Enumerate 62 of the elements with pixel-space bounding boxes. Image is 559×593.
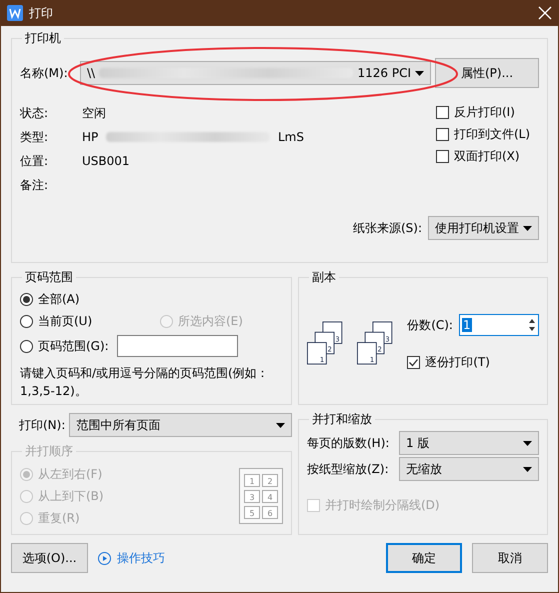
field-label: 按纸型缩放(Z): <box>307 460 390 478</box>
radio-button[interactable] <box>20 340 33 352</box>
selected-radio-button[interactable] <box>20 292 33 306</box>
info-label: 备注: <box>20 176 50 194</box>
info-label: 状态: <box>20 104 50 122</box>
info-label: 位置: <box>20 152 50 170</box>
radio-label: 当前页(U) <box>38 312 92 330</box>
group-title: 打印机 <box>24 30 62 47</box>
checkbox-label: 反片打印(I) <box>454 104 515 120</box>
ok-button[interactable]: 确定 <box>386 543 462 573</box>
group-title: 并打和缩放 <box>311 411 373 428</box>
radio-label: 全部(A) <box>38 290 80 308</box>
field-label: 纸张来源(S): <box>352 220 422 236</box>
printer-dropdown[interactable]: \\ 1126 PCI <box>80 61 431 85</box>
dropdown-arrow-icon <box>276 422 285 428</box>
properties-button[interactable]: 属性(P)... <box>435 58 539 88</box>
field-label: 每页的版数(H): <box>307 434 390 452</box>
group-title: 并打顺序 <box>24 443 74 460</box>
radio-button[interactable] <box>20 314 33 328</box>
page-range-field[interactable] <box>116 335 238 357</box>
checkbox-label: 打印到文件(L) <box>454 126 530 142</box>
radio-label: 所选内容(E) <box>178 312 243 330</box>
info-value: LmS <box>278 130 304 144</box>
radio-label: 从左到右(F) <box>38 466 102 482</box>
options-button[interactable]: 选项(O)... <box>11 543 88 573</box>
app-logo-icon <box>7 5 23 21</box>
checkbox-label: 双面打印(X) <box>454 148 520 164</box>
checkbox[interactable] <box>436 150 449 162</box>
checkbox-label: 逐份打印(T) <box>425 354 490 370</box>
page-order-preview-icon: 1 2 3 4 5 6 <box>239 468 283 524</box>
print-dropdown[interactable]: 范围中所有页面 <box>69 413 292 437</box>
radio-label: 重复(R) <box>38 510 80 526</box>
info-value: USB001 <box>82 154 130 168</box>
close-icon[interactable] <box>538 6 552 20</box>
field-label: 名称(M): <box>20 64 69 82</box>
cancel-button[interactable]: 取消 <box>472 543 548 573</box>
radio-label: 从上到下(B) <box>38 488 104 504</box>
group-title: 页码范围 <box>24 269 74 286</box>
play-circle-icon <box>98 552 111 564</box>
dropdown-arrow-icon <box>415 70 424 76</box>
info-value: HP <box>82 130 98 144</box>
copies-value: 1 <box>462 318 472 332</box>
dropdown-arrow-icon <box>523 440 532 446</box>
info-label: 类型: <box>20 128 50 146</box>
field-label: 份数(C): <box>407 316 453 334</box>
field-label: 打印(N): <box>19 416 66 434</box>
scale-dropdown[interactable]: 无缩放 <box>399 457 539 481</box>
pages-per-sheet-dropdown[interactable]: 1 版 <box>399 431 539 455</box>
checked-checkbox[interactable] <box>407 356 420 368</box>
paper-source-dropdown[interactable]: 使用打印机设置 <box>428 216 539 240</box>
info-value: 空闲 <box>82 104 106 122</box>
dropdown-arrow-icon <box>523 466 532 472</box>
group-title: 副本 <box>311 269 337 286</box>
radio-label: 页码范围(G): <box>38 338 109 354</box>
window-title: 打印 <box>29 4 54 22</box>
checkbox[interactable] <box>436 106 449 118</box>
hint-text: 请键入页码和/或用逗号分隔的页码范围(例如：1,3,5-12)。 <box>20 365 270 400</box>
copies-spin-field[interactable]: 1 <box>458 314 539 336</box>
tips-link[interactable]: 操作技巧 <box>117 550 165 566</box>
checkbox-label: 并打时绘制分隔线(D) <box>325 496 440 514</box>
checkbox[interactable] <box>436 128 449 140</box>
dropdown-arrow-icon <box>523 226 532 230</box>
